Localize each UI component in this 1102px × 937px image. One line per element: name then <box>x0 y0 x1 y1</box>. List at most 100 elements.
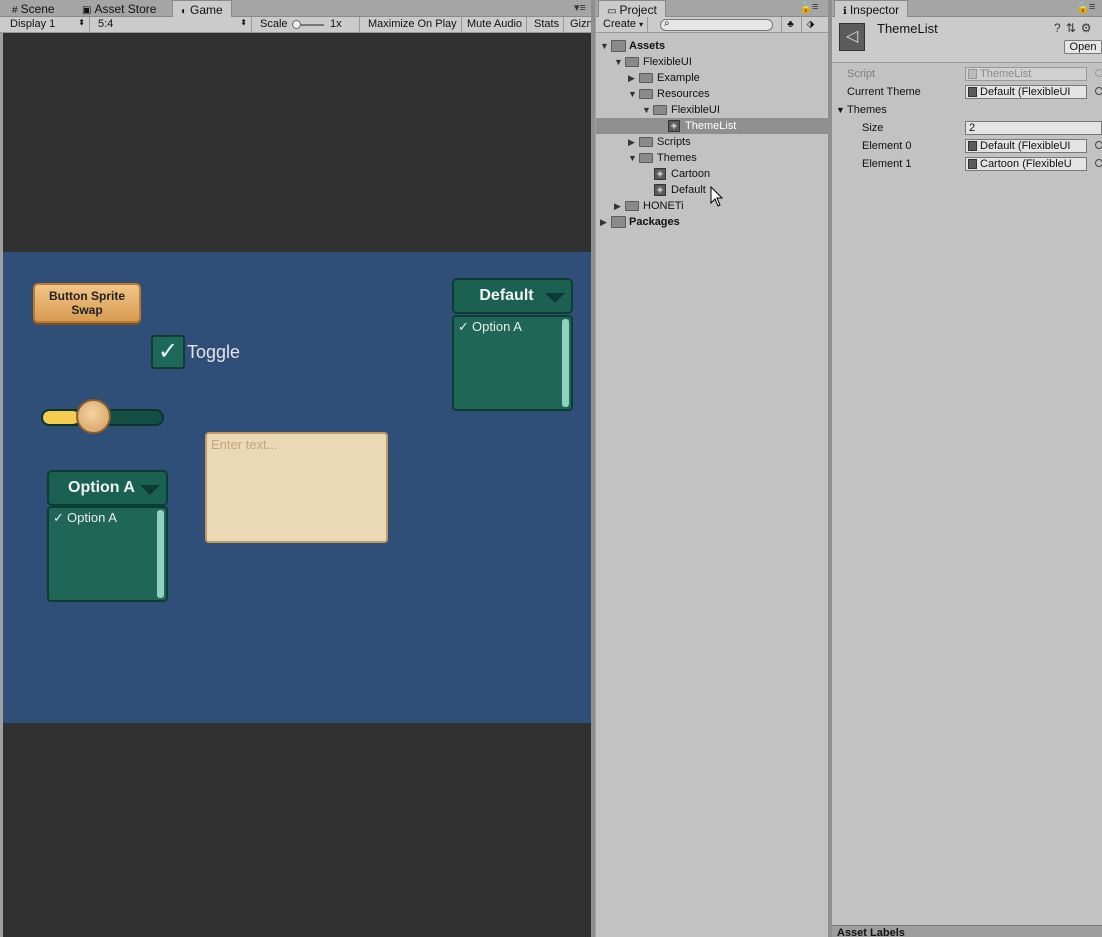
panel-menu-icon[interactable]: ≡ <box>1089 1 1095 13</box>
tab-game[interactable]: ◐ Game <box>172 0 232 18</box>
tab-project-label: Project <box>619 3 657 17</box>
tree-item-flexibleui[interactable]: ▼ FlexibleUI <box>596 54 828 70</box>
mute-audio-button[interactable]: Mute Audio <box>463 17 528 32</box>
display-dropdown[interactable]: Display 1 ⬍ <box>6 17 90 32</box>
object-picker-icon[interactable] <box>1095 87 1102 95</box>
expand-triangle-icon[interactable]: ▼ <box>628 86 638 102</box>
property-label: Element 1 <box>862 158 912 170</box>
tree-item-label: Cartoon <box>671 168 711 180</box>
lock-icon[interactable]: 🔒 <box>799 1 813 14</box>
expand-triangle-icon[interactable]: ▼ <box>836 102 845 118</box>
object-picker-icon[interactable] <box>1095 159 1102 167</box>
tree-item-packages[interactable]: ▶ Packages <box>596 214 828 230</box>
project-toolbar: Create ▾ ⌕ ♣ ⬗ <box>596 17 828 33</box>
tree-item-cartoon[interactable]: ◈ Cartoon <box>596 166 828 182</box>
text-input[interactable]: Enter text... <box>205 432 388 543</box>
tab-asset-store[interactable]: ▣ Asset Store <box>74 0 164 17</box>
folder-icon <box>625 57 639 67</box>
search-icon: ⌕ <box>664 18 670 29</box>
expand-triangle-icon[interactable]: ▼ <box>642 102 652 118</box>
tree-item-themes[interactable]: ▼ Themes <box>596 150 828 166</box>
current-theme-field[interactable]: Default (FlexibleUI <box>965 85 1087 99</box>
scale-slider-thumb[interactable] <box>292 20 301 29</box>
bag-icon: ▣ <box>82 5 92 16</box>
tab-inspector-label: Inspector <box>849 3 900 17</box>
mouse-cursor-icon <box>710 186 724 207</box>
collapse-triangle-icon[interactable]: ▶ <box>600 214 610 230</box>
size-input[interactable]: 2 <box>965 121 1102 135</box>
script-value: ThemeList <box>980 68 1032 80</box>
expand-triangle-icon[interactable]: ▼ <box>600 38 610 54</box>
option-dropdown-label: Option A <box>68 479 135 496</box>
collapse-triangle-icon[interactable]: ▶ <box>614 198 624 214</box>
project-panel: ▭ Project 🔒 ≡ Create ▾ ⌕ ♣ ⬗ ▼ Assets ▼ F… <box>596 0 828 937</box>
folder-icon: ▭ <box>607 6 617 17</box>
option-dropdown[interactable]: Option A <box>47 470 168 506</box>
dropdown-scrollbar[interactable] <box>157 510 164 598</box>
folder-icon <box>625 201 639 211</box>
dropdown-scrollbar[interactable] <box>562 319 569 407</box>
dropdown-item[interactable]: ✓ Option A <box>53 510 117 526</box>
tab-scene[interactable]: # Scene <box>4 0 63 17</box>
game-panel: # Scene ▣ Asset Store ◐ Game ▾≡ Display 1 ⬍… <box>0 0 593 937</box>
tree-item-label: FlexibleUI <box>671 104 720 116</box>
stats-button[interactable]: Stats <box>530 17 565 32</box>
expand-triangle-icon[interactable]: ▼ <box>628 150 638 166</box>
game-viewport: Button Sprite Swap ✓ Toggle Enter text..… <box>3 33 591 937</box>
tree-item-flexibleui-resources[interactable]: ▼ FlexibleUI <box>596 102 828 118</box>
maximize-on-play-button[interactable]: Maximize On Play <box>364 17 462 32</box>
open-button[interactable]: Open <box>1064 40 1102 54</box>
panel-menu-icon[interactable]: ▾≡ <box>574 1 586 14</box>
button-sprite-swap[interactable]: Button Sprite Swap <box>33 283 141 323</box>
scriptable-object-icon <box>968 159 977 169</box>
tree-item-label: Resources <box>657 88 710 100</box>
slider-fill <box>43 411 79 424</box>
panel-splitter[interactable] <box>591 0 595 937</box>
tab-project[interactable]: ▭ Project <box>598 0 666 18</box>
filter-by-label-icon[interactable]: ⬗ <box>801 17 819 32</box>
scriptable-object-icon: ◈ <box>654 184 666 196</box>
element-1-value: Cartoon (FlexibleU <box>980 158 1072 170</box>
asset-labels-bar[interactable]: Asset Labels <box>832 925 1102 937</box>
toggle-checkbox[interactable]: ✓ <box>151 335 185 369</box>
element-0-field[interactable]: Default (FlexibleUI <box>965 139 1087 153</box>
tab-inspector[interactable]: ℹ Inspector <box>834 0 909 18</box>
tree-item-assets[interactable]: ▼ Assets <box>596 38 828 54</box>
scriptable-object-icon: ◈ <box>654 168 666 180</box>
collapse-triangle-icon[interactable]: ▶ <box>628 134 638 150</box>
dropdown-item[interactable]: ✓ Option A <box>458 319 522 335</box>
filter-by-type-icon[interactable]: ♣ <box>781 17 799 32</box>
collapse-triangle-icon[interactable]: ▶ <box>628 70 638 86</box>
theme-dropdown[interactable]: Default <box>452 278 573 314</box>
gear-icon[interactable]: ⚙ <box>1081 21 1097 35</box>
object-picker-icon[interactable] <box>1095 141 1102 149</box>
panel-menu-icon[interactable]: ≡ <box>812 1 818 13</box>
create-dropdown[interactable]: Create ▾ <box>599 17 649 32</box>
aspect-dropdown[interactable]: 5:4 ⬍ <box>94 17 252 32</box>
updown-icon: ⬍ <box>78 18 85 27</box>
inspector-title: ThemeList <box>877 21 938 36</box>
help-icon[interactable]: ? <box>1054 21 1066 35</box>
search-input[interactable]: ⌕ <box>660 18 773 31</box>
aspect-label: 5:4 <box>98 18 114 30</box>
property-themes[interactable]: ▼ Themes <box>832 102 1102 118</box>
dropdown-item-label: Option A <box>67 510 117 525</box>
property-label: Element 0 <box>862 140 912 152</box>
tree-item-example[interactable]: ▶ Example <box>596 70 828 86</box>
display-label: Display 1 <box>10 18 56 30</box>
unity-logo-icon: ◁ <box>839 23 865 51</box>
folder-icon <box>611 216 626 228</box>
tree-item-scripts[interactable]: ▶ Scripts <box>596 134 828 150</box>
tree-item-resources[interactable]: ▼ Resources <box>596 86 828 102</box>
dropdown-item-label: Option A <box>472 319 522 334</box>
current-theme-value: Default (FlexibleUI <box>980 86 1071 98</box>
expand-triangle-icon[interactable]: ▼ <box>614 54 624 70</box>
preset-icon[interactable]: ⇅ <box>1066 21 1081 35</box>
slider-handle[interactable] <box>76 399 111 434</box>
lock-icon[interactable]: 🔒 <box>1076 1 1090 14</box>
property-current-theme: Current Theme Default (FlexibleUI <box>832 84 1102 100</box>
element-1-field[interactable]: Cartoon (FlexibleU <box>965 157 1087 171</box>
tree-item-label: Example <box>657 72 700 84</box>
scale-control[interactable]: Scale 1x <box>256 17 360 32</box>
tree-item-themelist[interactable]: ◈ ThemeList <box>596 118 828 134</box>
